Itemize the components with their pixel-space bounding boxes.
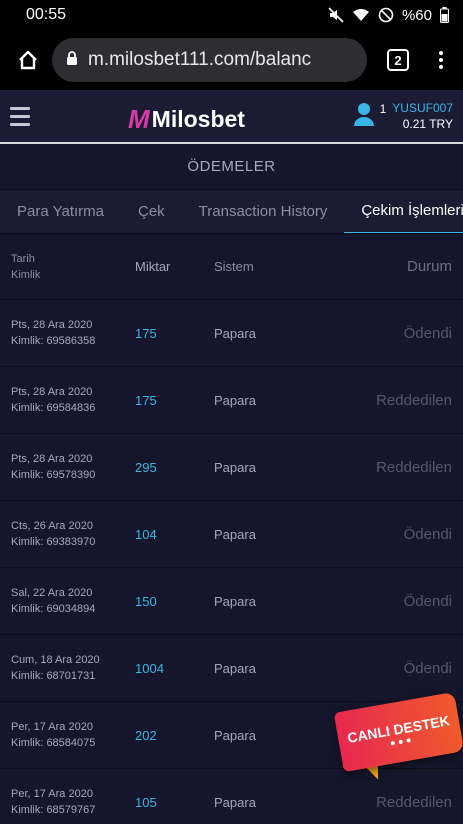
site-header: M Milosbet 1 YUSUF007 0.21 TRY bbox=[0, 90, 463, 144]
page-title: ÖDEMELER bbox=[0, 144, 463, 190]
user-count: 1 bbox=[379, 102, 387, 116]
header-status: Durum bbox=[406, 258, 452, 275]
table-row[interactable]: Sal, 22 Ara 2020 Kimlik: 69034894 150 Pap… bbox=[0, 568, 463, 635]
tabs-icon[interactable]: 2 bbox=[387, 49, 409, 71]
row-id: Kimlik: 69586358 bbox=[11, 335, 96, 347]
table-row[interactable]: Pts, 28 Ara 2020 Kimlik: 69586358 175 Pap… bbox=[0, 300, 463, 367]
row-amount: 202 bbox=[135, 727, 157, 743]
row-status: Reddedilen bbox=[376, 391, 452, 409]
row-amount: 104 bbox=[135, 526, 157, 542]
row-id: Kimlik: 69578390 bbox=[11, 469, 96, 481]
row-date: Sal, 22 Ara 2020 bbox=[11, 587, 93, 599]
row-amount: 1004 bbox=[135, 660, 164, 676]
header-id: Kimlik bbox=[11, 268, 41, 281]
row-status: Reddedilen bbox=[376, 793, 452, 811]
logo-text: Milosbet bbox=[151, 106, 245, 132]
row-amount: 150 bbox=[135, 593, 157, 609]
table-row[interactable]: Pts, 28 Ara 2020 Kimlik: 69578390 295 Pap… bbox=[0, 434, 463, 501]
row-date: Cts, 26 Ara 2020 bbox=[11, 520, 93, 532]
row-id: Kimlik: 68579767 bbox=[11, 804, 96, 816]
tab-withdrawal-operations[interactable]: Çekim İşlemleri bbox=[344, 190, 463, 233]
status-icons: %60 bbox=[328, 7, 449, 24]
tab-deposit[interactable]: Para Yatırma bbox=[0, 190, 121, 233]
row-system: Papara bbox=[214, 794, 256, 810]
tab-withdraw[interactable]: Çek bbox=[121, 190, 182, 233]
username: YUSUF007 bbox=[392, 101, 453, 115]
table-row[interactable]: Pts, 28 Ara 2020 Kimlik: 69584836 175 Pap… bbox=[0, 367, 463, 434]
lock-icon bbox=[66, 50, 78, 71]
battery-icon bbox=[440, 7, 449, 23]
row-system: Papara bbox=[214, 392, 256, 408]
header-amount: Miktar bbox=[135, 259, 171, 274]
do-not-disturb-icon bbox=[378, 7, 394, 23]
row-id: Kimlik: 68701731 bbox=[11, 670, 96, 682]
row-status: Ödendi bbox=[403, 525, 452, 543]
site-logo[interactable]: M Milosbet bbox=[128, 104, 245, 135]
header-date: Tarih bbox=[11, 252, 35, 265]
row-system: Papara bbox=[214, 459, 256, 475]
row-date: Per, 17 Ara 2020 bbox=[11, 788, 93, 800]
table-row[interactable]: Cum, 18 Ara 2020 Kimlik: 68701731 1004 Pa… bbox=[0, 635, 463, 702]
row-id: Kimlik: 69034894 bbox=[11, 603, 96, 615]
user-icon bbox=[353, 102, 374, 131]
row-id: Kimlik: 68584075 bbox=[11, 737, 96, 749]
row-system: Papara bbox=[214, 593, 256, 609]
row-date: Pts, 28 Ara 2020 bbox=[11, 319, 93, 331]
hamburger-menu-icon[interactable] bbox=[10, 106, 30, 126]
row-date: Cum, 18 Ara 2020 bbox=[11, 654, 100, 666]
row-amount: 175 bbox=[135, 392, 157, 408]
tab-transaction-history[interactable]: Transaction History bbox=[182, 190, 345, 233]
more-vert-icon[interactable] bbox=[429, 51, 453, 69]
logo-mark: M bbox=[128, 104, 150, 134]
balance: 0.21 TRY bbox=[402, 117, 453, 131]
home-icon[interactable] bbox=[16, 48, 40, 72]
row-status: Ödendi bbox=[403, 324, 452, 342]
mute-icon bbox=[328, 7, 344, 23]
row-date: Pts, 28 Ara 2020 bbox=[11, 453, 93, 465]
payments-tabs: Para Yatırma Çek Transaction History Çek… bbox=[0, 190, 463, 234]
row-system: Papara bbox=[214, 325, 256, 341]
row-amount: 295 bbox=[135, 459, 157, 475]
chat-dots-icon bbox=[390, 737, 411, 746]
wifi-icon bbox=[352, 7, 370, 23]
table-header: Tarih Kimlik Miktar Sistem Durum bbox=[0, 234, 463, 300]
row-date: Pts, 28 Ara 2020 bbox=[11, 386, 93, 398]
user-account[interactable]: 1 YUSUF007 0.21 TRY bbox=[353, 100, 453, 132]
table-row[interactable]: Per, 17 Ara 2020 Kimlik: 68579767 105 Pap… bbox=[0, 769, 463, 824]
header-system: Sistem bbox=[214, 259, 254, 274]
row-status: Ödendi bbox=[403, 659, 452, 677]
row-id: Kimlik: 69383970 bbox=[11, 536, 96, 548]
row-system: Papara bbox=[214, 526, 256, 542]
battery-text: %60 bbox=[401, 6, 432, 24]
status-time: 00:55 bbox=[26, 6, 67, 23]
row-status: Reddedilen bbox=[376, 458, 452, 476]
row-amount: 175 bbox=[135, 325, 157, 341]
row-system: Papara bbox=[214, 660, 256, 676]
status-bar: 00:55 %60 bbox=[0, 0, 463, 30]
browser-toolbar: m.milosbet111.com/balanc 2 bbox=[0, 30, 463, 90]
table-row[interactable]: Cts, 26 Ara 2020 Kimlik: 69383970 104 Pap… bbox=[0, 501, 463, 568]
row-system: Papara bbox=[214, 727, 256, 743]
row-date: Per, 17 Ara 2020 bbox=[11, 721, 93, 733]
row-status: Ödendi bbox=[403, 592, 452, 610]
row-amount: 105 bbox=[135, 794, 157, 810]
url-text: m.milosbet111.com/balanc bbox=[88, 49, 312, 70]
address-bar[interactable]: m.milosbet111.com/balanc bbox=[52, 38, 367, 82]
row-id: Kimlik: 69584836 bbox=[11, 402, 96, 414]
